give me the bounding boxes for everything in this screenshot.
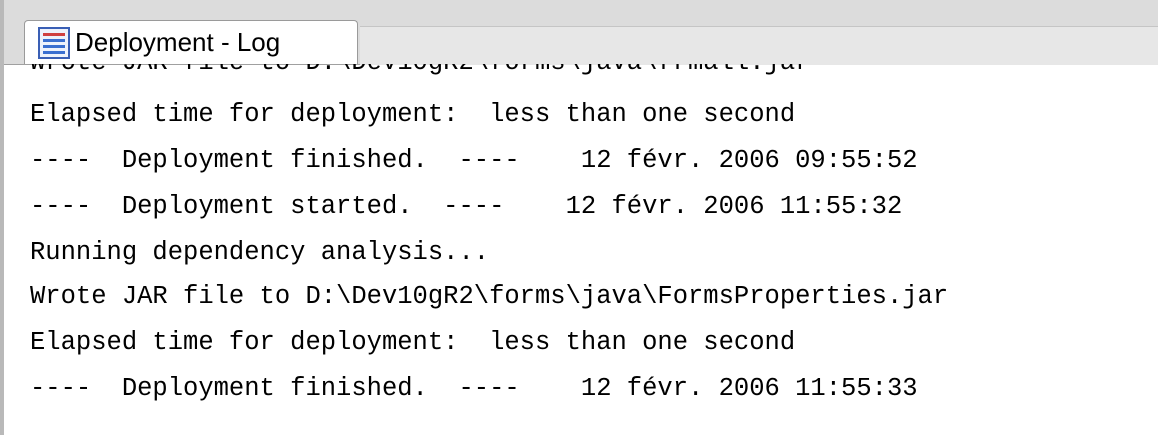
log-line: Elapsed time for deployment: less than o… bbox=[30, 100, 796, 129]
log-output-area[interactable]: Wrote JAR file to D:\Dev10gR2\forms\java… bbox=[4, 64, 1158, 435]
tab-deployment-log[interactable]: Deployment - Log bbox=[24, 20, 358, 64]
tab-strip-empty-area bbox=[360, 26, 1158, 65]
tab-bar: Deployment - Log bbox=[4, 0, 1158, 65]
deployment-log-window: Deployment - Log Wrote JAR file to D:\De… bbox=[0, 0, 1158, 435]
log-line: Wrote JAR file to D:\Dev10gR2\forms\java… bbox=[30, 282, 949, 311]
log-line: ---- Deployment finished. ---- 12 févr. … bbox=[30, 374, 918, 403]
tab-label: Deployment - Log bbox=[75, 27, 281, 57]
log-line: Elapsed time for deployment: less than o… bbox=[30, 328, 796, 357]
log-line: Wrote JAR file to D:\Dev10gR2\forms\java… bbox=[30, 64, 810, 78]
log-line: ---- Deployment started. ---- 12 févr. 2… bbox=[30, 192, 903, 221]
log-line: ---- Deployment finished. ---- 12 févr. … bbox=[30, 146, 918, 175]
log-line: Running dependency analysis... bbox=[30, 238, 490, 267]
log-list-icon bbox=[38, 26, 70, 59]
